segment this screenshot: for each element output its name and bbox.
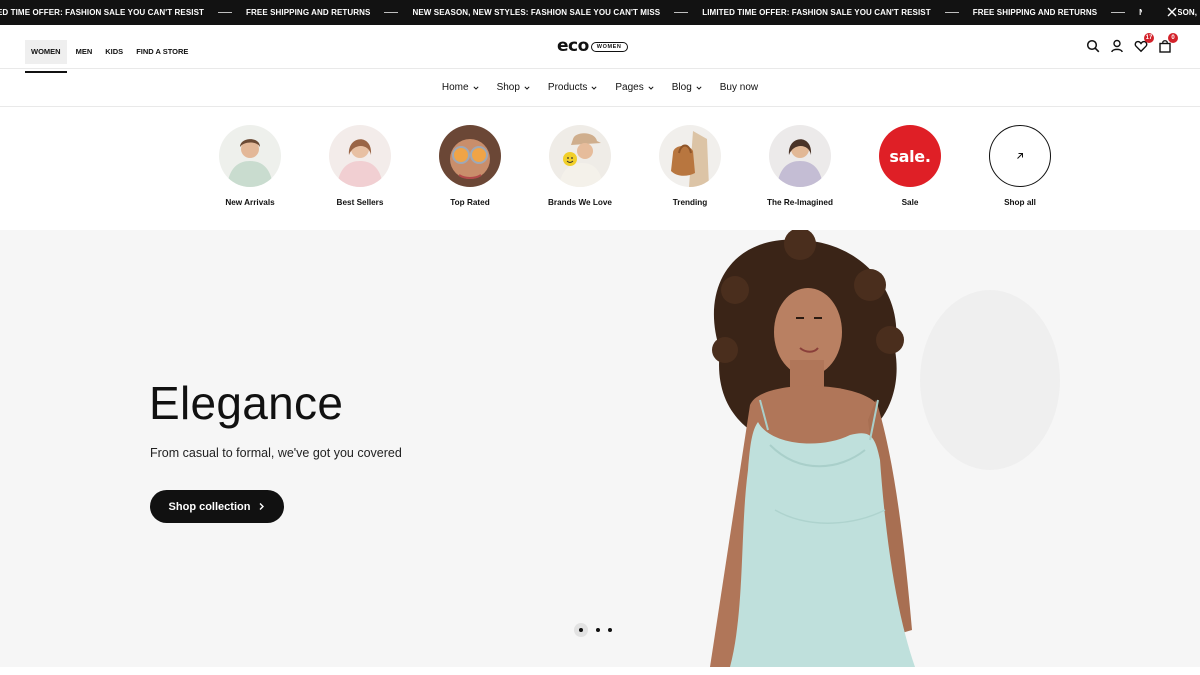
- header-actions: 17 0: [1086, 33, 1178, 53]
- wishlist-count-badge: 17: [1144, 33, 1154, 43]
- bag-icon[interactable]: 0: [1158, 33, 1178, 53]
- nav-item-blog[interactable]: Blog: [672, 82, 702, 93]
- category-new-arrivals[interactable]: New Arrivals: [214, 125, 286, 207]
- category-image: [659, 125, 721, 187]
- arrow-up-right-icon: [1017, 153, 1023, 159]
- main-nav: Home Shop Products Pages Blog Buy now: [0, 69, 1200, 107]
- announcement-item: NEW SEASON, NEW STYLES: FASHION SALE YOU…: [412, 8, 661, 17]
- category-label: Best Sellers: [336, 198, 384, 207]
- user-icon[interactable]: [1110, 39, 1124, 53]
- category-image: [549, 125, 611, 187]
- nav-item-label: Home: [441, 82, 469, 93]
- category-label: The Re-Imagined: [767, 198, 833, 207]
- slider-dot[interactable]: [574, 623, 588, 637]
- category-sale[interactable]: sale. Sale: [874, 125, 946, 207]
- hero-model-image: [710, 230, 1060, 667]
- category-label: Shop all: [1004, 198, 1036, 207]
- find-a-store-link[interactable]: FIND A STORE: [132, 40, 192, 64]
- slider-pagination: [574, 623, 612, 637]
- chevron-down-icon: [648, 85, 654, 90]
- slider-dot[interactable]: [596, 628, 600, 632]
- category-label: Brands We Love: [547, 198, 612, 207]
- announcement-divider: [674, 12, 689, 13]
- sale-circle-text: sale.: [889, 146, 931, 166]
- chevron-right-icon: [259, 503, 265, 510]
- category-image: [439, 125, 501, 187]
- nav-item-home[interactable]: Home: [442, 82, 479, 93]
- slider-dot[interactable]: [608, 628, 612, 632]
- category-label: Top Rated: [450, 198, 490, 207]
- category-image: [769, 125, 831, 187]
- category-label: Sale: [901, 198, 919, 207]
- announcement-item: FREE SHIPPING AND RETURNS: [246, 8, 371, 17]
- hero-title: Elegance: [149, 377, 344, 429]
- announcement-item: LIMITED TIME OFFER: FASHION SALE YOU CAN…: [702, 8, 931, 17]
- category-image: [219, 125, 281, 187]
- gender-nav: WOMEN MEN KIDS FIND A STORE: [25, 35, 197, 73]
- announcement-track: TED TIME OFFER: FASHION SALE YOU CAN'T R…: [0, 0, 1200, 25]
- nav-item-shop[interactable]: Shop: [497, 82, 530, 93]
- nav-item-label: Buy now: [719, 82, 759, 93]
- category-the-re-imagined[interactable]: The Re-Imagined: [764, 125, 836, 207]
- tab-women[interactable]: WOMEN: [25, 39, 67, 73]
- category-top-rated[interactable]: Top Rated: [434, 125, 506, 207]
- nav-item-label: Shop: [496, 82, 520, 93]
- category-trending[interactable]: Trending: [654, 125, 726, 207]
- chevron-down-icon: [473, 85, 479, 90]
- announcement-divider: [944, 12, 959, 13]
- chevron-down-icon: [696, 85, 702, 90]
- category-shop-all[interactable]: Shop all: [984, 125, 1056, 207]
- announcement-item: FREE SHIPPING AND RETURNS: [972, 8, 1098, 17]
- sale-badge: sale.: [879, 125, 941, 187]
- tab-kids[interactable]: KIDS: [101, 40, 127, 64]
- close-icon[interactable]: [1166, 6, 1178, 18]
- chevron-down-icon: [524, 85, 530, 90]
- shop-all-circle: [989, 125, 1051, 187]
- category-label: Trending: [672, 198, 708, 207]
- nav-item-label: Pages: [615, 82, 644, 93]
- search-icon[interactable]: [1086, 39, 1100, 53]
- shop-collection-button[interactable]: Shop collection: [150, 490, 284, 523]
- nav-item-buy-now[interactable]: Buy now: [720, 82, 758, 93]
- announcement-divider: [1111, 12, 1126, 13]
- tab-men[interactable]: MEN: [72, 40, 97, 64]
- nav-item-label: Blog: [671, 82, 692, 93]
- hero-banner: Elegance From casual to formal, we've go…: [0, 230, 1200, 667]
- logo-badge: WOMEN: [590, 41, 628, 52]
- category-brands-we-love[interactable]: Brands We Love: [544, 125, 616, 207]
- announcement-divider: [218, 12, 233, 13]
- shop-collection-label: Shop collection: [168, 500, 251, 513]
- logo-word: eco: [557, 36, 589, 56]
- site-logo[interactable]: eco WOMEN: [557, 38, 628, 55]
- announcement-item: TED TIME OFFER: FASHION SALE YOU CAN'T R…: [0, 8, 205, 17]
- nav-item-pages[interactable]: Pages: [615, 82, 654, 93]
- heart-icon[interactable]: 17: [1134, 33, 1154, 53]
- category-image: [329, 125, 391, 187]
- hero-subtitle: From casual to formal, we've got you cov…: [150, 446, 402, 460]
- nav-item-label: Products: [547, 82, 588, 93]
- category-label: New Arrivals: [225, 198, 275, 207]
- chevron-down-icon: [591, 85, 597, 90]
- site-header: WOMEN MEN KIDS FIND A STORE eco WOMEN 17…: [0, 25, 1200, 73]
- category-circles: New Arrivals Best Sellers Top Rated Bran…: [214, 125, 1056, 207]
- nav-item-products[interactable]: Products: [548, 82, 597, 93]
- announcement-bar: TED TIME OFFER: FASHION SALE YOU CAN'T R…: [0, 0, 1200, 25]
- category-best-sellers[interactable]: Best Sellers: [324, 125, 396, 207]
- cart-count-badge: 0: [1168, 33, 1178, 43]
- announcement-divider: [384, 12, 399, 13]
